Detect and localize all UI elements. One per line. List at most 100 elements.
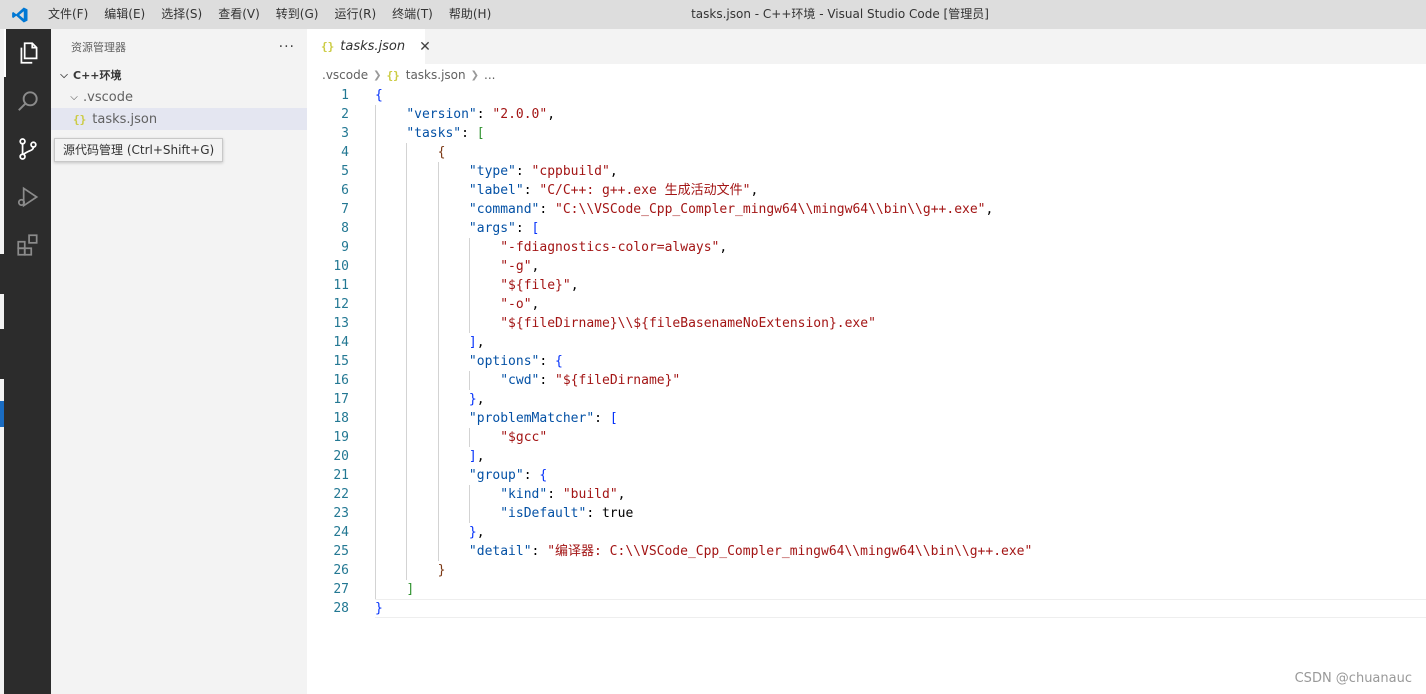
tab-tasks-json[interactable]: {} tasks.json ✕ xyxy=(307,29,431,64)
tree-root-label: C++环境 xyxy=(73,69,122,82)
line-number: 11 xyxy=(333,278,349,293)
explorer-sidebar: 资源管理器 ··· ⌵ C++环境 ⌵ .vscode {} tasks.jso… xyxy=(51,29,307,694)
explorer-icon[interactable] xyxy=(4,29,51,77)
sidebar-title: 资源管理器 xyxy=(71,40,126,54)
line-number: 7 xyxy=(341,202,349,217)
code-line: 13 "${fileDirname}\\${fileBasenameNoExte… xyxy=(307,314,1426,333)
tab-label: tasks.json xyxy=(340,39,406,54)
breadcrumb-folder[interactable]: .vscode xyxy=(322,68,368,82)
menu-item[interactable]: 选择(S) xyxy=(153,0,210,29)
tree-file-tasks-json[interactable]: {} tasks.json xyxy=(51,108,307,130)
line-number: 4 xyxy=(341,145,349,160)
line-number: 28 xyxy=(333,601,349,616)
code-text: "isDefault": true xyxy=(500,506,634,521)
title-bar: 文件(F) 编辑(E) 选择(S) 查看(V) 转到(G) 运行(R) 终端(T) 帮助(H)… xyxy=(0,0,1426,29)
line-number: 22 xyxy=(333,487,349,502)
code-line: 16 "cwd": "${fileDirname}" xyxy=(307,371,1426,390)
activity-bar xyxy=(0,29,51,694)
menu-item[interactable]: 帮助(H) xyxy=(441,0,499,29)
code-text: "tasks": [ xyxy=(406,126,485,141)
indent-guide xyxy=(375,105,376,599)
line-number: 10 xyxy=(333,259,349,274)
json-file-icon: {} xyxy=(321,40,335,53)
breadcrumb: .vscode ❯ {} tasks.json ❯ ... xyxy=(307,64,1426,86)
code-line: 15 "options": { xyxy=(307,352,1426,371)
menu-item[interactable]: 查看(V) xyxy=(210,0,268,29)
line-number: 12 xyxy=(333,297,349,312)
json-file-icon: {} xyxy=(386,68,400,82)
code-text: ], xyxy=(468,335,485,350)
line-number: 9 xyxy=(341,240,349,255)
more-actions-icon[interactable]: ··· xyxy=(279,39,295,55)
code-line: 27 ] xyxy=(307,580,1426,599)
menu-item[interactable]: 文件(F) xyxy=(40,0,96,29)
tree-root-folder[interactable]: ⌵ C++环境 xyxy=(51,64,307,86)
code-text: "version": "2.0.0", xyxy=(406,107,556,122)
menu-item[interactable]: 终端(T) xyxy=(384,0,441,29)
code-text: "$gcc" xyxy=(500,430,548,445)
search-icon[interactable] xyxy=(4,77,51,125)
menu-item[interactable]: 转到(G) xyxy=(268,0,327,29)
indent-guide xyxy=(406,143,408,580)
extensions-icon[interactable] xyxy=(4,221,51,269)
code-line: 19 "$gcc" xyxy=(307,428,1426,447)
chevron-right-icon: ❯ xyxy=(373,69,382,81)
line-number: 2 xyxy=(341,107,349,122)
line-number: 5 xyxy=(341,164,349,179)
code-line: 25 "detail": "编译器: C:\\VSCode_Cpp_Comple… xyxy=(307,542,1426,561)
code-editor[interactable]: 1{2 "version": "2.0.0", 3 "tasks": [4 {5 … xyxy=(307,86,1426,694)
code-text: "-g", xyxy=(500,259,540,274)
code-line: 18 "problemMatcher": [ xyxy=(307,409,1426,428)
watermark: CSDN @chuanauc xyxy=(1294,671,1412,686)
menu-item[interactable]: 编辑(E) xyxy=(96,0,153,29)
indent-guide xyxy=(437,162,439,561)
run-debug-icon[interactable] xyxy=(4,173,51,221)
code-text: "${fileDirname}\\${fileBasenameNoExtensi… xyxy=(500,316,876,331)
code-line: 3 "tasks": [ xyxy=(307,124,1426,143)
line-number: 14 xyxy=(333,335,349,350)
code-line: 26 } xyxy=(307,561,1426,580)
code-text: ] xyxy=(406,582,415,597)
line-number: 23 xyxy=(333,506,349,521)
tree-folder-label: .vscode xyxy=(83,89,133,105)
vscode-logo-icon xyxy=(0,0,40,29)
chevron-right-icon: ❯ xyxy=(470,69,479,81)
code-line: 22 "kind": "build", xyxy=(307,485,1426,504)
line-number: 27 xyxy=(333,582,349,597)
editor: {} tasks.json ✕ .vscode ❯ {} tasks.json … xyxy=(307,29,1426,694)
sidebar-header: 资源管理器 ··· xyxy=(51,29,307,64)
code-line: 7 "command": "C:\\VSCode_Cpp_Compler_min… xyxy=(307,200,1426,219)
source-control-icon[interactable] xyxy=(4,125,51,173)
code-text: }, xyxy=(468,392,485,407)
edge-mark xyxy=(0,401,4,427)
code-line: 10 "-g", xyxy=(307,257,1426,276)
line-number: 6 xyxy=(341,183,349,198)
code-line: 2 "version": "2.0.0", xyxy=(307,105,1426,124)
code-line: 12 "-o", xyxy=(307,295,1426,314)
code-text: "detail": "编译器: C:\\VSCode_Cpp_Compler_m… xyxy=(468,544,1033,559)
line-number: 25 xyxy=(333,544,349,559)
code-text: }, xyxy=(468,525,485,540)
code-text: "label": "C/C++: g++.exe 生成活动文件", xyxy=(468,183,759,198)
line-number: 24 xyxy=(333,525,349,540)
code-line: 6 "label": "C/C++: g++.exe 生成活动文件", xyxy=(307,181,1426,200)
code-line: 20 ], xyxy=(307,447,1426,466)
current-line-highlight xyxy=(375,599,1426,618)
code-text: "problemMatcher": [ xyxy=(468,411,618,426)
line-number: 13 xyxy=(333,316,349,331)
code-text: "options": { xyxy=(468,354,563,369)
code-line: 17 }, xyxy=(307,390,1426,409)
menu-item[interactable]: 运行(R) xyxy=(326,0,384,29)
tree-folder-vscode[interactable]: ⌵ .vscode xyxy=(51,86,307,108)
code-line: 11 "${file}", xyxy=(307,276,1426,295)
code-text: "group": { xyxy=(468,468,548,483)
breadcrumb-symbol[interactable]: ... xyxy=(484,68,495,82)
line-number: 1 xyxy=(341,88,349,103)
close-icon[interactable]: ✕ xyxy=(419,39,431,55)
source-control-tooltip: 源代码管理 (Ctrl+Shift+G) xyxy=(54,138,224,162)
code-text: "args": [ xyxy=(468,221,540,236)
line-number: 3 xyxy=(341,126,349,141)
code-text: "kind": "build", xyxy=(500,487,626,502)
breadcrumb-file[interactable]: tasks.json xyxy=(406,68,466,82)
code-line: 5 "type": "cppbuild", xyxy=(307,162,1426,181)
